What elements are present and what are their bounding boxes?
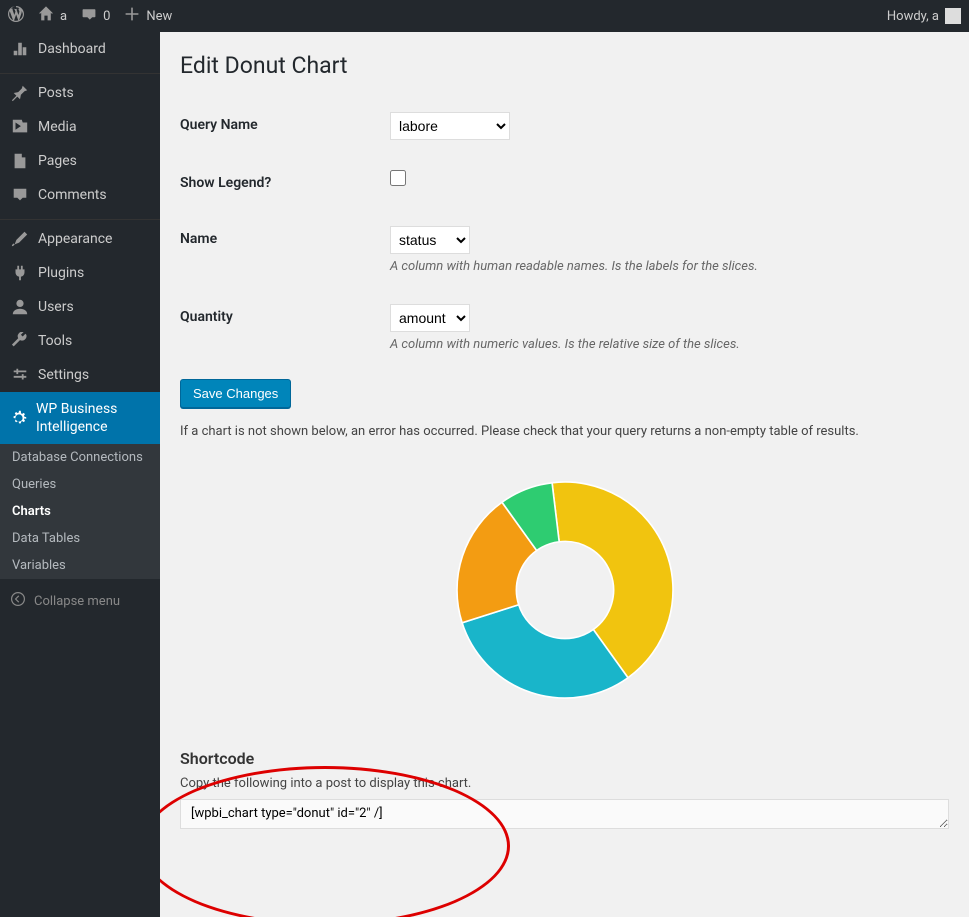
label-quantity: Quantity xyxy=(180,289,380,367)
shortcode-title: Shortcode xyxy=(180,749,949,768)
menu-label: Comments xyxy=(38,187,107,203)
error-note: If a chart is not shown below, an error … xyxy=(180,424,949,439)
submenu-queries[interactable]: Queries xyxy=(0,471,160,498)
user-icon xyxy=(10,298,30,316)
site-home[interactable]: a xyxy=(38,6,67,26)
menu-label: WP Business Intelligence xyxy=(36,400,150,436)
avatar xyxy=(945,8,961,24)
select-query-name[interactable]: labore xyxy=(390,112,510,140)
comments-bubble[interactable]: 0 xyxy=(81,6,110,26)
menu-label: Tools xyxy=(38,333,72,349)
desc-name: A column with human readable names. Is t… xyxy=(390,259,939,274)
desc-quantity: A column with numeric values. Is the rel… xyxy=(390,337,939,352)
menu-label: Settings xyxy=(38,367,89,383)
howdy-account[interactable]: Howdy, a xyxy=(887,8,961,24)
menu-dashboard[interactable]: Dashboard xyxy=(0,32,160,66)
shortcode-box[interactable] xyxy=(180,799,949,829)
menu-tools[interactable]: Tools xyxy=(0,324,160,358)
menu-plugins[interactable]: Plugins xyxy=(0,256,160,290)
brush-icon xyxy=(10,230,30,248)
form-table: Query Name labore Show Legend? Name stat… xyxy=(180,97,949,367)
menu-users[interactable]: Users xyxy=(0,290,160,324)
wp-logo[interactable] xyxy=(8,6,24,26)
page-title: Edit Donut Chart xyxy=(180,52,949,79)
submenu-charts[interactable]: Charts xyxy=(0,498,160,525)
menu-pages[interactable]: Pages xyxy=(0,144,160,178)
label-show-legend: Show Legend? xyxy=(180,155,380,211)
page-icon xyxy=(10,152,30,170)
pin-icon xyxy=(10,84,30,102)
comment-icon xyxy=(10,186,30,204)
menu-settings[interactable]: Settings xyxy=(0,358,160,392)
submenu-db-connections[interactable]: Database Connections xyxy=(0,444,160,471)
collapse-icon xyxy=(10,591,26,611)
wrench-icon xyxy=(10,332,30,350)
submenu-variables[interactable]: Variables xyxy=(0,552,160,579)
menu-label: Posts xyxy=(38,85,74,101)
chart-preview xyxy=(180,455,949,725)
menu-label: Appearance xyxy=(38,231,112,247)
menu-media[interactable]: Media xyxy=(0,110,160,144)
new-content[interactable]: New xyxy=(124,6,172,26)
menu-label: Plugins xyxy=(38,265,84,281)
new-label: New xyxy=(146,9,172,24)
save-button[interactable]: Save Changes xyxy=(180,379,291,408)
admin-sidebar: Dashboard Posts Media Pages Comments App… xyxy=(0,32,160,917)
select-name[interactable]: status xyxy=(390,226,470,254)
menu-comments[interactable]: Comments xyxy=(0,178,160,212)
menu-wpbi[interactable]: WP Business Intelligence xyxy=(0,392,160,444)
sliders-icon xyxy=(10,366,30,384)
select-quantity[interactable]: amount xyxy=(390,304,470,332)
checkbox-show-legend[interactable] xyxy=(390,170,406,186)
comment-count: 0 xyxy=(103,9,110,24)
admin-bar: a 0 New Howdy, a xyxy=(0,0,969,32)
label-name: Name xyxy=(180,211,380,289)
dashboard-icon xyxy=(10,40,30,58)
label-query-name: Query Name xyxy=(180,97,380,155)
collapse-menu[interactable]: Collapse menu xyxy=(0,583,160,619)
media-icon xyxy=(10,118,30,136)
donut-chart xyxy=(430,455,700,725)
menu-label: Users xyxy=(38,299,74,315)
menu-label: Dashboard xyxy=(38,41,106,57)
menu-label: Pages xyxy=(38,153,77,169)
shortcode-desc: Copy the following into a post to displa… xyxy=(180,776,949,791)
site-name: a xyxy=(60,9,67,24)
content-area: Edit Donut Chart Query Name labore Show … xyxy=(160,32,969,917)
menu-posts[interactable]: Posts xyxy=(0,76,160,110)
submenu-data-tables[interactable]: Data Tables xyxy=(0,525,160,552)
plug-icon xyxy=(10,264,30,282)
gear-icon xyxy=(10,409,28,427)
menu-label: Media xyxy=(38,119,77,135)
collapse-label: Collapse menu xyxy=(34,594,120,609)
menu-appearance[interactable]: Appearance xyxy=(0,222,160,256)
howdy-text: Howdy, a xyxy=(887,9,939,24)
submenu-wpbi: Database Connections Queries Charts Data… xyxy=(0,444,160,579)
donut-slice[interactable] xyxy=(462,605,628,698)
